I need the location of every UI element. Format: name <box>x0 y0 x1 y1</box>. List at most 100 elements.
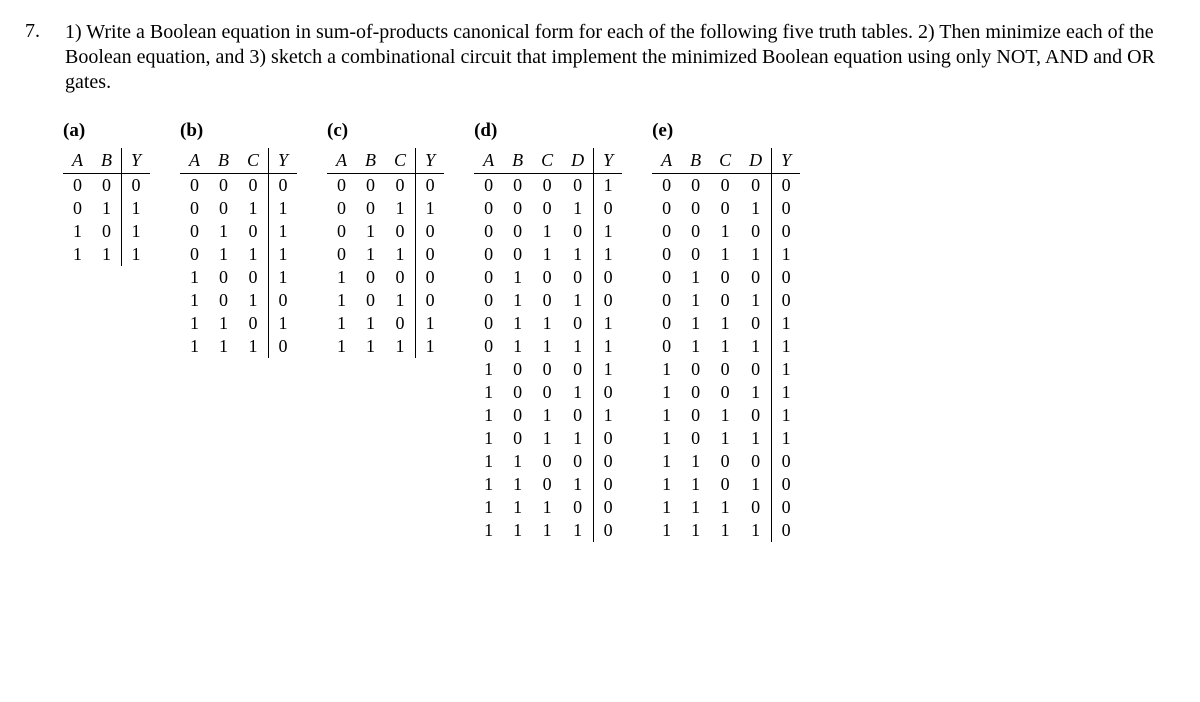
table-header-cell: A <box>180 148 209 174</box>
table-cell: 1 <box>238 289 269 312</box>
table-cell: 1 <box>503 450 532 473</box>
table-cell: 0 <box>356 197 385 220</box>
table-cell: 0 <box>385 174 416 198</box>
table-row: 0101 <box>180 220 297 243</box>
table-cell: 1 <box>594 404 623 427</box>
table-cell: 0 <box>238 312 269 335</box>
table-cell: 1 <box>385 197 416 220</box>
table-cell: 1 <box>122 243 151 266</box>
table-header-cell: Y <box>416 148 445 174</box>
table-cell: 0 <box>416 243 445 266</box>
table-cell: 1 <box>652 404 681 427</box>
table-cell: 0 <box>269 174 298 198</box>
table-cell: 0 <box>740 174 772 198</box>
table-row: 10001 <box>474 358 622 381</box>
table-cell: 0 <box>416 174 445 198</box>
table-cell: 0 <box>681 381 710 404</box>
table-row: 0011 <box>327 197 444 220</box>
truth-table: ABCDY00000000100010000111010000101001101… <box>652 148 800 542</box>
table-cell: 0 <box>740 266 772 289</box>
table-cell: 0 <box>740 450 772 473</box>
table-cell: 0 <box>474 312 503 335</box>
table-cell: 1 <box>474 404 503 427</box>
table-header-cell: D <box>562 148 594 174</box>
table-cell: 0 <box>532 450 562 473</box>
table-cell: 1 <box>772 335 801 358</box>
table-cell: 0 <box>772 220 801 243</box>
table-cell: 0 <box>652 220 681 243</box>
table-cell: 0 <box>772 519 801 542</box>
question-number: 7. <box>25 20 65 95</box>
table-row: 0111 <box>180 243 297 266</box>
table-cell: 0 <box>209 197 238 220</box>
table-cell: 1 <box>652 496 681 519</box>
table-row: 10101 <box>474 404 622 427</box>
table-cell: 1 <box>740 335 772 358</box>
table-row: 11100 <box>652 496 800 519</box>
table-row: 11010 <box>652 473 800 496</box>
table-label: (c) <box>327 120 444 142</box>
table-cell: 0 <box>385 312 416 335</box>
table-row: 01010 <box>474 289 622 312</box>
truth-table-block: (d)ABCDY00001000100010100111010000101001… <box>474 120 622 542</box>
table-cell: 1 <box>594 243 623 266</box>
table-header-cell: C <box>385 148 416 174</box>
table-cell: 0 <box>474 174 503 198</box>
table-cell: 1 <box>503 266 532 289</box>
table-cell: 1 <box>503 312 532 335</box>
table-cell: 0 <box>503 197 532 220</box>
table-cell: 0 <box>503 174 532 198</box>
table-cell: 1 <box>740 243 772 266</box>
table-cell: 0 <box>772 450 801 473</box>
table-row: 0000 <box>180 174 297 198</box>
table-cell: 1 <box>710 312 740 335</box>
table-cell: 1 <box>594 358 623 381</box>
table-cell: 1 <box>652 473 681 496</box>
table-header-cell: B <box>681 148 710 174</box>
table-cell: 0 <box>238 266 269 289</box>
table-cell: 1 <box>269 197 298 220</box>
table-cell: 1 <box>710 496 740 519</box>
table-cell: 1 <box>532 312 562 335</box>
truth-table: ABY000011101111 <box>63 148 150 266</box>
table-cell: 1 <box>356 335 385 358</box>
table-cell: 0 <box>652 174 681 198</box>
table-cell: 0 <box>681 174 710 198</box>
table-cell: 0 <box>594 450 623 473</box>
table-cell: 1 <box>772 312 801 335</box>
table-cell: 1 <box>681 266 710 289</box>
table-cell: 1 <box>772 358 801 381</box>
table-cell: 1 <box>594 174 623 198</box>
table-cell: 0 <box>532 473 562 496</box>
table-cell: 0 <box>594 197 623 220</box>
table-header-cell: A <box>63 148 92 174</box>
table-header-cell: Y <box>594 148 623 174</box>
truth-table-block: (c)ABCY00000011010001101000101011011111 <box>327 120 444 358</box>
table-cell: 1 <box>474 358 503 381</box>
table-cell: 0 <box>594 496 623 519</box>
truth-table-block: (b)ABCY00000011010101111001101011011110 <box>180 120 297 358</box>
table-row: 0110 <box>327 243 444 266</box>
table-cell: 1 <box>532 519 562 542</box>
table-cell: 1 <box>532 335 562 358</box>
table-cell: 0 <box>562 312 594 335</box>
table-row: 01101 <box>474 312 622 335</box>
table-cell: 0 <box>681 427 710 450</box>
table-cell: 0 <box>652 197 681 220</box>
table-cell: 0 <box>532 358 562 381</box>
table-cell: 1 <box>772 381 801 404</box>
table-cell: 0 <box>562 220 594 243</box>
table-cell: 1 <box>652 519 681 542</box>
truth-table-block: (e)ABCDY00000000100010000111010000101001… <box>652 120 800 542</box>
table-cell: 0 <box>474 243 503 266</box>
table-row: 1001 <box>180 266 297 289</box>
table-cell: 1 <box>327 312 356 335</box>
table-cell: 1 <box>180 289 209 312</box>
table-cell: 1 <box>385 335 416 358</box>
table-row: 00001 <box>474 174 622 198</box>
table-cell: 0 <box>594 473 623 496</box>
table-cell: 1 <box>740 519 772 542</box>
table-cell: 1 <box>238 197 269 220</box>
table-cell: 1 <box>385 243 416 266</box>
table-label: (d) <box>474 120 622 142</box>
